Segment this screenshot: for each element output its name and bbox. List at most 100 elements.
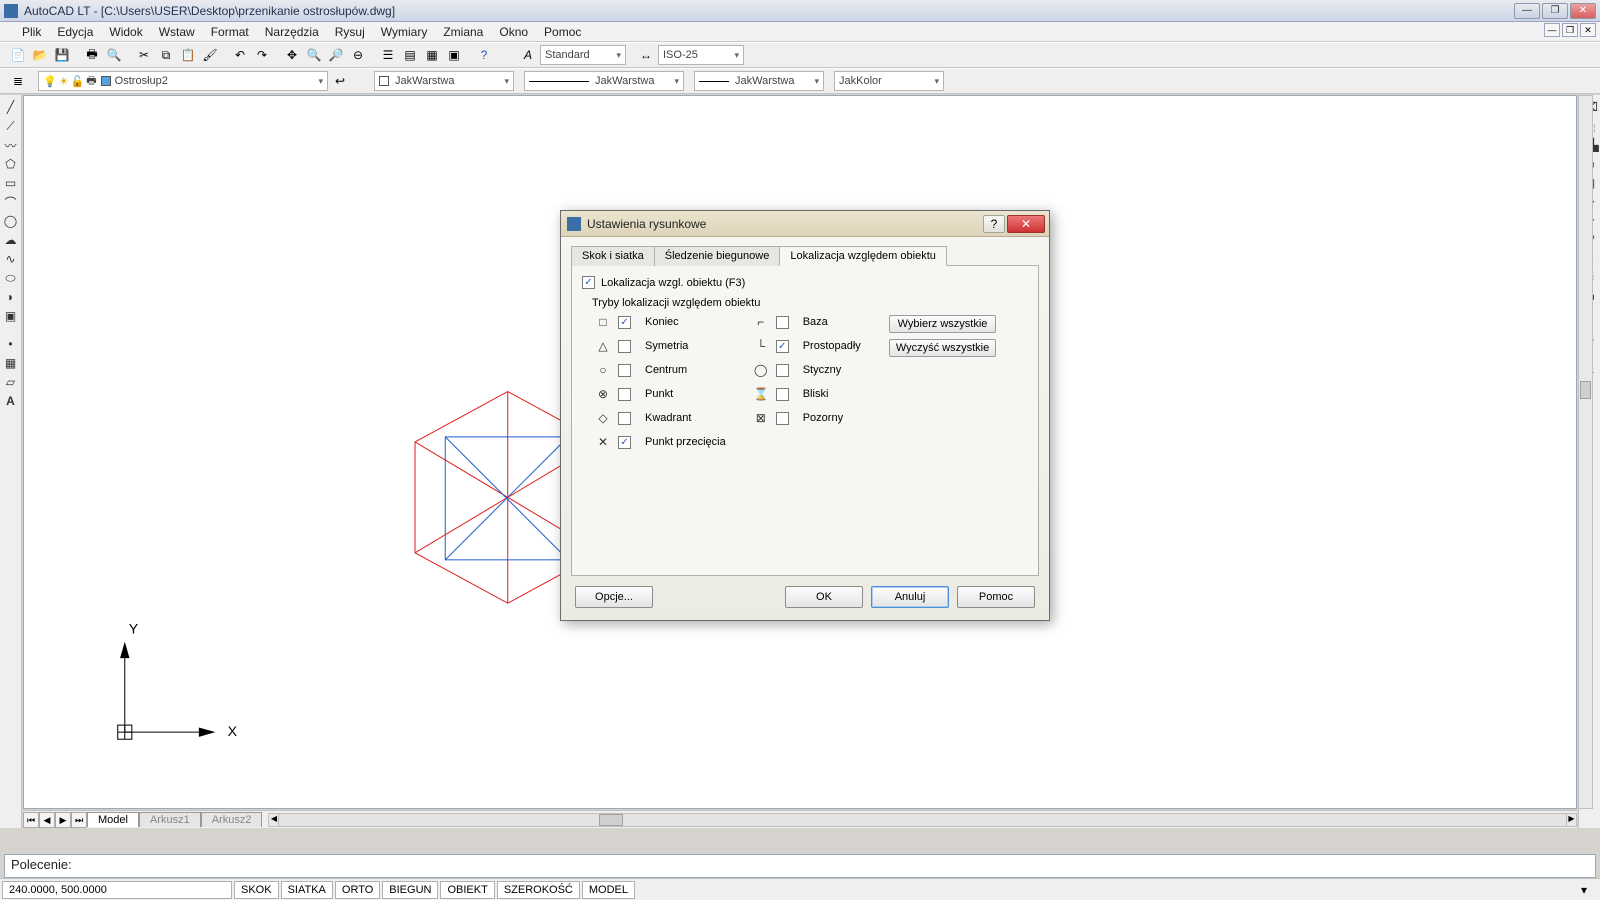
select-all-button[interactable]: Wybierz wszystkie <box>889 315 996 333</box>
tab-lokalizacja-obiektu[interactable]: Lokalizacja względem obiektu <box>779 246 947 266</box>
zoom-realtime-icon[interactable]: 🔍 <box>304 45 324 65</box>
osnap-mode-checkbox[interactable]: ✓ <box>618 316 631 329</box>
menu-widok[interactable]: Widok <box>101 23 150 41</box>
line-icon[interactable]: ╱ <box>3 99 19 115</box>
polygon-icon[interactable]: ⬠ <box>3 156 19 172</box>
tab-skok-siatka[interactable]: Skok i siatka <box>571 246 655 266</box>
tab-last-button[interactable]: ⏭ <box>71 812 87 828</box>
dialog-title-bar[interactable]: Ustawienia rysunkowe ? ✕ <box>561 211 1049 237</box>
revision-cloud-icon[interactable]: ☁ <box>3 232 19 248</box>
design-center-icon[interactable]: ▤ <box>400 45 420 65</box>
text-style-icon[interactable]: A <box>518 45 538 65</box>
pan-icon[interactable]: ✥ <box>282 45 302 65</box>
properties-icon[interactable]: ☰ <box>378 45 398 65</box>
spline-icon[interactable]: ∿ <box>3 251 19 267</box>
plotstyle-combo[interactable]: JakKolor▾ <box>834 71 944 91</box>
undo-icon[interactable]: ↶ <box>230 45 250 65</box>
save-icon[interactable]: 💾 <box>52 45 72 65</box>
menu-narzedzia[interactable]: Narzędzia <box>257 23 327 41</box>
dialog-close-button[interactable]: ✕ <box>1007 215 1045 233</box>
cut-icon[interactable]: ✂ <box>134 45 154 65</box>
dialog-help-button[interactable]: ? <box>983 215 1005 233</box>
layer-manager-icon[interactable]: ≣ <box>8 71 28 91</box>
toggle-siatka[interactable]: SIATKA <box>281 881 333 899</box>
ok-button[interactable]: OK <box>785 586 863 608</box>
paste-icon[interactable]: 📋 <box>178 45 198 65</box>
toggle-biegun[interactable]: BIEGUN <box>382 881 438 899</box>
insert-block-icon[interactable]: ▣ <box>3 308 19 324</box>
vertical-scrollbar[interactable] <box>1578 95 1593 809</box>
menu-plik[interactable]: Plik <box>14 23 49 41</box>
xline-icon[interactable]: ⟋ <box>3 118 19 134</box>
help-icon[interactable]: ? <box>474 45 494 65</box>
osnap-enable-checkbox[interactable]: ✓ <box>582 276 595 289</box>
region-icon[interactable]: ▱ <box>3 374 19 390</box>
arc-icon[interactable]: ⌒ <box>3 194 19 210</box>
copy-icon[interactable]: ⧉ <box>156 45 176 65</box>
minimize-button[interactable]: — <box>1514 3 1540 19</box>
print-preview-icon[interactable]: 🔍 <box>104 45 124 65</box>
print-icon[interactable]: 🖶 <box>82 45 102 65</box>
menu-format[interactable]: Format <box>203 23 257 41</box>
tool-palettes-icon[interactable]: ▦ <box>422 45 442 65</box>
circle-icon[interactable]: ◯ <box>3 213 19 229</box>
clear-all-button[interactable]: Wyczyść wszystkie <box>889 339 996 357</box>
cancel-button[interactable]: Anuluj <box>871 586 949 608</box>
options-button[interactable]: Opcje... <box>575 586 653 608</box>
help-button[interactable]: Pomoc <box>957 586 1035 608</box>
mdi-restore-button[interactable]: ❐ <box>1562 23 1578 37</box>
tab-arkusz2[interactable]: Arkusz2 <box>201 812 263 827</box>
osnap-mode-checkbox[interactable] <box>776 316 789 329</box>
osnap-mode-checkbox[interactable] <box>776 388 789 401</box>
color-combo[interactable]: JakWarstwa▾ <box>374 71 514 91</box>
close-button[interactable]: ✕ <box>1570 3 1596 19</box>
menu-zmiana[interactable]: Zmiana <box>435 23 491 41</box>
toggle-obiekt[interactable]: OBIEKT <box>440 881 494 899</box>
menu-wstaw[interactable]: Wstaw <box>151 23 203 41</box>
match-prop-icon[interactable]: 🖌 <box>200 45 220 65</box>
dim-style-icon[interactable]: ↔ <box>636 45 656 65</box>
layer-combo[interactable]: 💡 ☀ 🔓 🖶 Ostrosłup2▾ <box>38 71 328 91</box>
polyline-icon[interactable]: 〰 <box>3 137 19 153</box>
zoom-previous-icon[interactable]: ⊖ <box>348 45 368 65</box>
menu-rysuj[interactable]: Rysuj <box>327 23 373 41</box>
menu-pomoc[interactable]: Pomoc <box>536 23 589 41</box>
point-icon[interactable]: • <box>3 336 19 352</box>
toggle-model[interactable]: MODEL <box>582 881 635 899</box>
menu-edycja[interactable]: Edycja <box>49 23 101 41</box>
horizontal-scrollbar[interactable]: ◀ ▶ <box>268 813 1577 827</box>
new-icon[interactable]: 📄 <box>8 45 28 65</box>
lineweight-combo[interactable]: JakWarstwa▾ <box>694 71 824 91</box>
dim-style-combo[interactable]: ISO-25▾ <box>658 45 744 65</box>
layer-previous-icon[interactable]: ↩ <box>330 71 350 91</box>
text-style-combo[interactable]: Standard▾ <box>540 45 626 65</box>
tab-arkusz1[interactable]: Arkusz1 <box>139 812 201 827</box>
osnap-mode-checkbox[interactable] <box>618 388 631 401</box>
rectangle-icon[interactable]: ▭ <box>3 175 19 191</box>
redo-icon[interactable]: ↷ <box>252 45 272 65</box>
zoom-window-icon[interactable]: 🔎 <box>326 45 346 65</box>
tab-model[interactable]: Model <box>87 812 139 827</box>
menu-okno[interactable]: Okno <box>491 23 536 41</box>
text-icon[interactable]: A <box>3 393 19 409</box>
tab-prev-button[interactable]: ◀ <box>39 812 55 828</box>
status-tray-icon[interactable]: ▾ <box>1574 880 1594 900</box>
osnap-mode-checkbox[interactable]: ✓ <box>776 340 789 353</box>
osnap-mode-checkbox[interactable]: ✓ <box>618 436 631 449</box>
osnap-mode-checkbox[interactable] <box>618 364 631 377</box>
ellipse-icon[interactable]: ⬭ <box>3 270 19 286</box>
osnap-mode-checkbox[interactable] <box>618 412 631 425</box>
maximize-button[interactable]: ❐ <box>1542 3 1568 19</box>
tab-next-button[interactable]: ▶ <box>55 812 71 828</box>
open-icon[interactable]: 📂 <box>30 45 50 65</box>
mdi-minimize-button[interactable]: — <box>1544 23 1560 37</box>
osnap-mode-checkbox[interactable] <box>776 412 789 425</box>
menu-wymiary[interactable]: Wymiary <box>373 23 436 41</box>
linetype-combo[interactable]: JakWarstwa▾ <box>524 71 684 91</box>
toggle-orto[interactable]: ORTO <box>335 881 380 899</box>
ellipse-arc-icon[interactable]: ◗ <box>3 289 19 305</box>
hatch-icon[interactable]: ▦ <box>3 355 19 371</box>
mdi-close-button[interactable]: ✕ <box>1580 23 1596 37</box>
tab-sledzenie-biegunowe[interactable]: Śledzenie biegunowe <box>654 246 781 266</box>
markup-icon[interactable]: ▣ <box>444 45 464 65</box>
